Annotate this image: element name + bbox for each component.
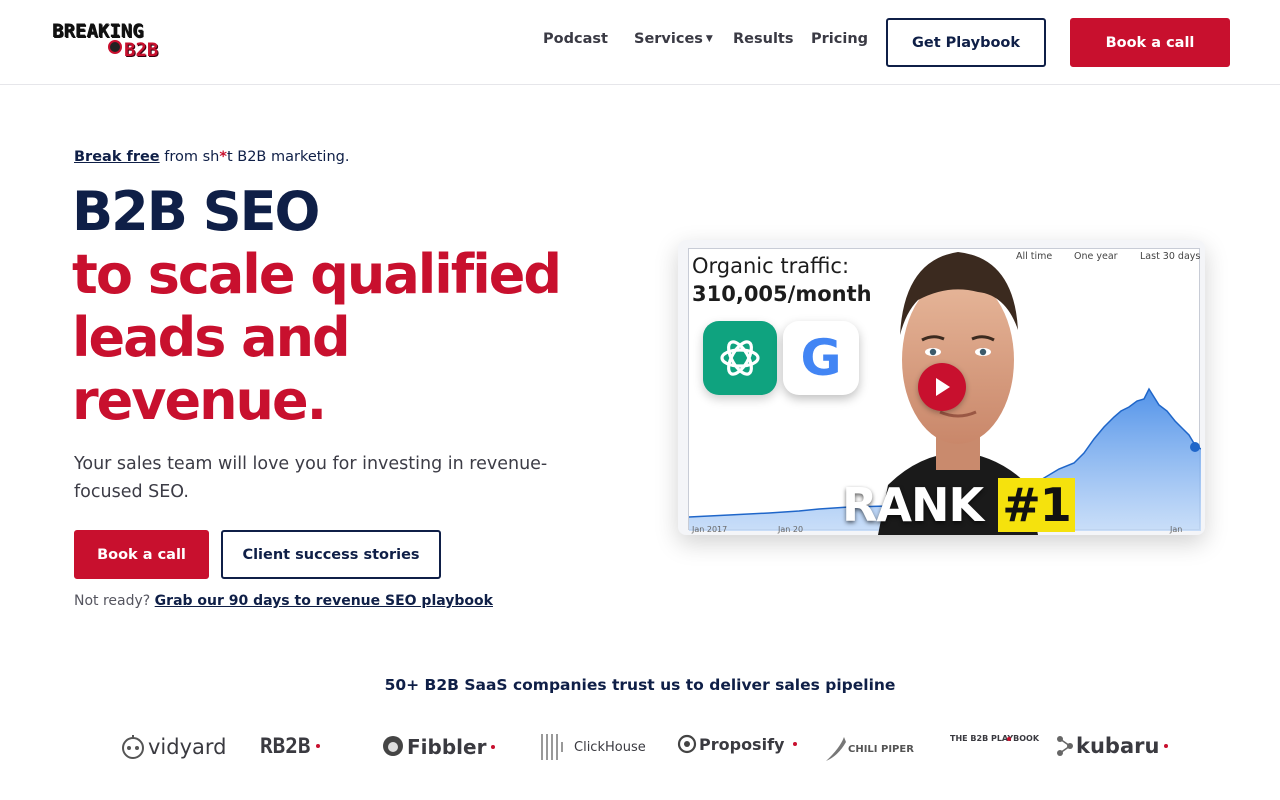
kubaru-logo-text: kubaru [1076,734,1160,758]
fibbler-lion-icon [383,736,403,756]
not-ready-line: Not ready? Grab our 90 days to revenue S… [74,593,493,609]
axis-label-mid: Jan 20 [778,525,804,534]
hero-book-call-button[interactable]: Book a call [74,530,209,579]
proposify-logo-text: Proposify [699,734,785,754]
b2b-playbook-logo: THE B2B PLAYBOOK [950,734,1040,743]
trust-heading: 50+ B2B SaaS companies trust us to deliv… [384,676,896,694]
organic-traffic-label: Organic traffic: 310,005/month [692,252,872,308]
play-video-button[interactable] [918,363,966,411]
tab-last-30-days: Last 30 days [1140,251,1201,262]
axis-label-start: Jan 2017 [692,525,728,534]
traffic-label-text: Organic traffic: [692,254,850,278]
google-icon: G [783,321,859,395]
vidyard-logo-text: vidyard [148,735,227,759]
seo-playbook-link[interactable]: Grab our 90 days to revenue SEO playbook [155,593,493,609]
axis-label-end: Jan 2025 [1170,525,1190,535]
header-book-call-button[interactable]: Book a call [1070,18,1230,67]
logo-dot [793,742,798,746]
logo-bomb-icon [108,40,122,54]
breaking-b2b-logo[interactable]: BREAKING B2B [50,20,178,64]
get-playbook-button[interactable]: Get Playbook [886,18,1046,67]
proposify-icon [677,734,697,754]
rank-number-one-overlay: RANK #1 [842,478,1075,532]
chili-piper-logo: CHILI PIPER [822,734,914,764]
eyebrow-text-1: from sh [159,149,220,165]
eyebrow-text-2: t B2B marketing. [226,149,350,165]
rank-text: RANK [842,478,984,532]
client-logo-strip: vidyard RB2B Fibbler ClickHouse Proposif… [0,728,1280,768]
eyebrow-star: * [219,149,227,165]
vidyard-logo: vidyard [120,734,226,760]
vidyard-robot-icon [122,735,144,759]
logo-dot [1007,736,1011,741]
headline-line-1: B2B SEO [72,180,320,243]
chatgpt-icon [703,321,777,395]
hero-headline: B2B SEO to scale qualified leads and rev… [72,180,562,432]
nav-results[interactable]: Results [733,31,794,47]
logo-dot [315,744,320,748]
proposify-logo: Proposify [677,734,798,754]
kubaru-nodes-icon [1057,736,1073,756]
fibbler-logo-text: Fibbler [407,735,487,759]
rb2b-logo: RB2B [260,734,320,758]
headline-line-3: leads and [72,306,351,369]
chili-pepper-icon [826,737,846,761]
play-icon [936,378,950,396]
chevron-down-icon: ▼ [705,34,713,44]
rank-number: #1 [998,478,1075,532]
headline-line-2: to scale qualified [72,243,562,306]
client-success-stories-button[interactable]: Client success stories [221,530,441,579]
clickhouse-logo: ClickHouse [540,734,646,760]
traffic-end-point [1190,442,1200,452]
not-ready-text: Not ready? [74,593,155,609]
hero-video-thumbnail[interactable]: Organic traffic: 310,005/month All time … [678,240,1205,535]
clickhouse-bars-icon [541,734,563,760]
logo-dot [1164,744,1169,748]
rb2b-logo-text: RB2B [260,734,311,758]
hero-eyebrow: Break free from sh*t B2B marketing. [74,149,349,165]
break-free-link[interactable]: Break free [74,149,160,165]
hero-subtext: Your sales team will love you for invest… [74,454,548,502]
kubaru-logo: kubaru [1055,734,1169,758]
nav-pricing[interactable]: Pricing [811,31,868,47]
nav-podcast[interactable]: Podcast [543,31,608,47]
fibbler-logo: Fibbler [382,734,496,760]
b2b-playbook-logo-text: THE B2B PLAYBOOK [950,734,1040,743]
tab-one-year: One year [1074,251,1118,262]
traffic-value-text: 310,005/month [692,282,872,306]
logo-text-b2b: B2B [124,39,159,61]
site-header: BREAKING B2B Podcast Services ▼ Results P… [0,0,1280,85]
logo-dot [491,745,496,749]
nav-services[interactable]: Services ▼ [634,31,713,47]
nav-services-label: Services [634,31,703,47]
headline-line-4: revenue. [72,369,327,432]
chili-piper-logo-text: CHILI PIPER [848,743,914,755]
clickhouse-logo-text: ClickHouse [574,739,646,755]
